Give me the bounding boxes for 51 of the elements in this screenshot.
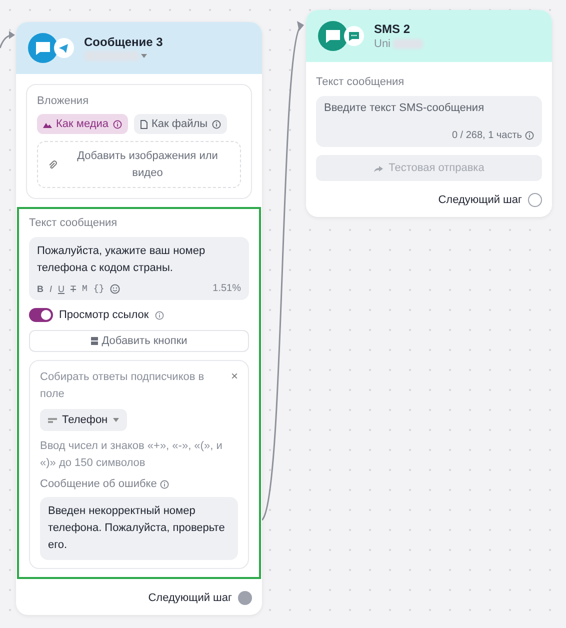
next-step-port[interactable]	[238, 591, 252, 606]
node-title: Сообщение 3	[84, 35, 163, 49]
message-text-label: Текст сообщения	[316, 76, 406, 88]
buttons-icon	[90, 337, 98, 346]
field-select[interactable]: Телефон	[40, 409, 127, 432]
link-preview-label: Просмотр ссылок	[59, 309, 149, 322]
blurred-subtitle	[392, 39, 423, 49]
file-icon	[140, 120, 148, 128]
sms-text-field[interactable]: Введите текст SMS-сообщения 0 / 268, 1 часть	[316, 96, 542, 147]
info-icon	[212, 120, 221, 128]
format-tool[interactable]: I	[50, 284, 52, 294]
error-message-field[interactable]: Введен некорректный номер телефона. Пожалуйста, проверьте его.	[40, 497, 238, 560]
add-media-button[interactable]: Добавить изображения или видео	[37, 141, 241, 188]
info-icon	[525, 131, 534, 140]
sms-icon	[344, 26, 364, 46]
format-tool[interactable]: M	[82, 284, 88, 294]
info-icon	[160, 480, 169, 489]
image-icon	[43, 120, 52, 128]
add-buttons-button[interactable]: Добавить кнопки	[29, 330, 249, 352]
attachment-mode-toggle[interactable]: Как файлы	[134, 114, 227, 134]
close-button[interactable]: ×	[230, 369, 238, 384]
message-text-field[interactable]: Пожалуйста, укажите ваш номер телефона с кодом страны. B I U T M {} 1.51%	[29, 237, 249, 300]
caret-icon	[141, 54, 147, 58]
attachment-mode-toggle[interactable]: Как медиа	[37, 114, 128, 134]
error-message-label: Сообщение об ошибке	[40, 478, 169, 490]
chat-bubble-icon	[318, 21, 348, 51]
next-step-port[interactable]	[528, 193, 542, 207]
paperclip-icon	[48, 160, 57, 170]
connector-arrow	[0, 31, 15, 48]
collect-answers-label: Собирать ответы подписчиков в поле	[40, 370, 206, 402]
field-icon	[48, 418, 57, 423]
info-icon	[112, 120, 122, 128]
emoji-icon[interactable]	[110, 284, 120, 294]
message-text-label: Текст сообщения	[29, 217, 118, 229]
paper-plane-icon	[54, 38, 74, 58]
info-icon	[154, 310, 164, 320]
link-preview-switch[interactable]	[29, 308, 53, 322]
usage-counter: 1.51%	[212, 283, 241, 294]
format-tool[interactable]: B	[37, 284, 44, 294]
chat-bubble-icon	[28, 33, 58, 63]
caret-icon	[112, 418, 119, 422]
next-step-label: Следующий шаг	[148, 592, 232, 604]
next-step-label: Следующий шаг	[438, 194, 522, 206]
attachments-label: Вложения	[37, 95, 90, 107]
format-tool[interactable]: T	[70, 284, 76, 294]
format-tool[interactable]: U	[58, 284, 65, 294]
share-arrow-icon	[374, 164, 383, 172]
format-tool[interactable]: {}	[93, 284, 104, 294]
node-title: SMS 2	[374, 22, 412, 36]
input-hint: Ввод чисел и знаков «+», «-», «(», и «)» до 150 символов	[40, 439, 224, 471]
node-subtitle: Uni	[374, 38, 391, 50]
